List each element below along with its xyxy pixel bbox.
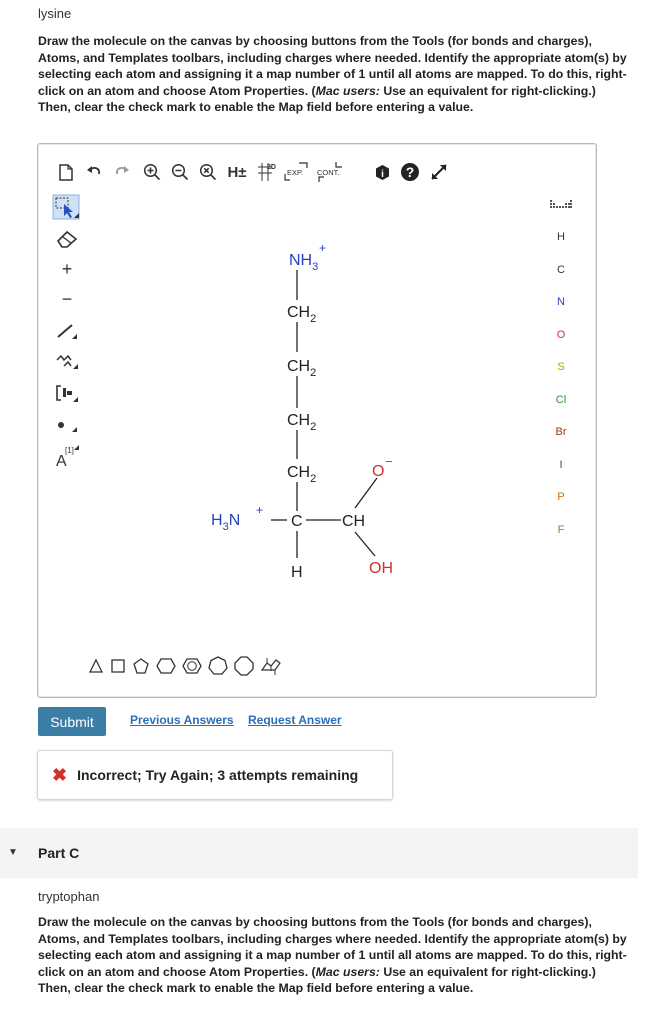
ch2-text: CH — [287, 304, 310, 321]
atom-label-nh3[interactable]: NH3 — [289, 252, 318, 273]
h3n-n: N — [229, 512, 241, 529]
ch2-subscript: 2 — [310, 473, 316, 485]
part-c-header[interactable]: ▼ Part C — [0, 828, 638, 878]
atom-label-h[interactable]: H — [291, 564, 303, 581]
ch2-text: CH — [287, 358, 310, 375]
cyclopentane-template[interactable] — [132, 656, 150, 676]
bond[interactable] — [354, 477, 378, 509]
atom-label-o[interactable]: O — [372, 463, 384, 480]
part-c-molecule-name: tryptophan — [38, 889, 100, 904]
atom-label-oh[interactable]: OH — [369, 560, 393, 577]
cyclohexane-template[interactable] — [156, 656, 176, 676]
cycloheptane-template[interactable] — [208, 656, 228, 676]
submit-button[interactable]: Submit — [38, 707, 106, 736]
atom-label-ch2[interactable]: CH2 — [287, 412, 316, 433]
help-icon[interactable]: ? — [399, 158, 421, 186]
document-icon[interactable] — [55, 158, 77, 186]
cyclobutane-template[interactable] — [110, 656, 126, 676]
help-label: ? — [406, 164, 415, 180]
part-b-molecule-name: lysine — [38, 6, 72, 21]
feedback-box: ✖ Incorrect; Try Again; 3 attempts remai… — [37, 750, 393, 800]
bond[interactable] — [354, 531, 376, 557]
expand-group-button[interactable]: EXP. — [283, 158, 311, 186]
nh3-text: NH — [289, 252, 312, 269]
contract-group-button[interactable]: CONT. — [314, 158, 348, 186]
incorrect-icon: ✖ — [52, 764, 68, 785]
atom-label-c[interactable]: C — [291, 513, 303, 530]
feedback-message: Incorrect; Try Again; 3 attempts remaini… — [77, 767, 359, 783]
top-toolbar: H± 2D EXP. CONT. i ? — [49, 158, 581, 188]
h3n-charge: + — [256, 503, 263, 517]
zoom-in-icon[interactable] — [141, 158, 163, 186]
hydrogen-toggle-button[interactable]: H± — [223, 158, 251, 186]
part-c-instructions: Draw the molecule on the canvas by choos… — [38, 914, 628, 997]
cyclopropane-template[interactable] — [88, 656, 104, 676]
svg-text:i: i — [381, 169, 384, 180]
cyclooctane-template[interactable] — [234, 656, 254, 676]
ch2-subscript: 2 — [310, 367, 316, 379]
expand-icon[interactable] — [427, 158, 451, 186]
ch2-subscript: 2 — [310, 421, 316, 433]
nh3-subscript: 3 — [312, 261, 318, 273]
part-b-instructions: Draw the molecule on the canvas by choos… — [38, 33, 628, 116]
atom-label-ch[interactable]: CH — [342, 513, 365, 530]
contract-label: CONT. — [317, 168, 340, 177]
zoom-out-icon[interactable] — [169, 158, 191, 186]
atom-label-ch2[interactable]: CH2 — [287, 464, 316, 485]
instructions-mac: Mac users: — [315, 83, 380, 98]
info-icon[interactable]: i — [371, 158, 393, 186]
request-answer-link[interactable]: Request Answer — [248, 713, 342, 727]
collapse-triangle-icon[interactable]: ▼ — [8, 847, 18, 858]
clean-2d-button[interactable]: 2D — [255, 158, 279, 186]
atom-label-ch2[interactable]: CH2 — [287, 304, 316, 325]
h3n-h: H — [211, 512, 223, 529]
atom-label-h3n[interactable]: H3N — [211, 512, 240, 533]
clean-2d-label: 2D — [267, 164, 276, 171]
previous-answers-link[interactable]: Previous Answers — [130, 713, 234, 727]
benzene-template[interactable] — [182, 656, 202, 676]
chair-cyclohexane-template[interactable] — [260, 656, 282, 676]
zoom-reset-icon[interactable] — [197, 158, 219, 186]
o-charge: − — [385, 454, 393, 469]
ch2-text: CH — [287, 464, 310, 481]
ch2-subscript: 2 — [310, 313, 316, 325]
part-c-label: Part C — [38, 845, 80, 861]
ch2-text: CH — [287, 412, 310, 429]
redo-icon[interactable] — [111, 158, 133, 186]
nh3-charge: + — [319, 241, 326, 255]
expand-label: EXP. — [287, 168, 303, 177]
atom-label-ch2[interactable]: CH2 — [287, 358, 316, 379]
lysine-structure[interactable]: NH3 + CH2 CH2 CH2 CH2 O − H3N + C CH OH … — [49, 186, 581, 626]
instructions-mac: Mac users: — [315, 964, 380, 979]
undo-icon[interactable] — [83, 158, 105, 186]
